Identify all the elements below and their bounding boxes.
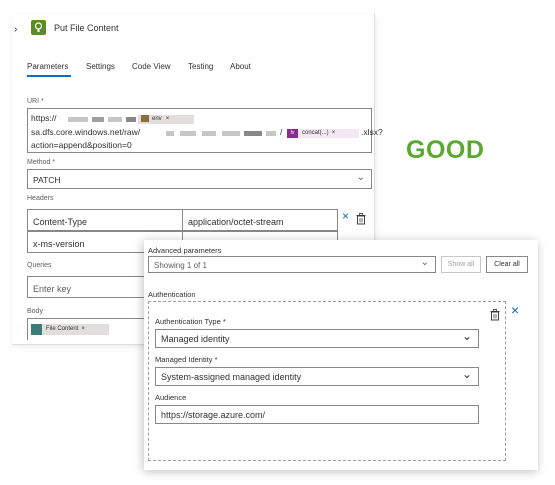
- variable-icon: [141, 115, 149, 122]
- advanced-parameters-select[interactable]: Showing 1 of 1 ⌄: [148, 256, 436, 273]
- redacted-text: [266, 131, 276, 136]
- good-annotation: GOOD: [406, 136, 485, 164]
- redacted-text: [244, 131, 262, 136]
- delete-icon[interactable]: [356, 212, 366, 225]
- file-content-token[interactable]: File Content ×: [31, 324, 109, 335]
- authentication-label: Authentication: [148, 290, 196, 299]
- authentication-type-select[interactable]: Managed identity ⌄: [155, 329, 479, 348]
- file-content-icon: [31, 324, 42, 335]
- close-icon[interactable]: ×: [511, 302, 519, 318]
- env-token-label: env: [152, 116, 162, 123]
- redacted-text: [180, 131, 196, 136]
- uri-text-suffix: .xlsx?: [361, 127, 383, 137]
- uri-field[interactable]: https:// env × sa.dfs.core.windows.net/ra…: [27, 108, 383, 153]
- advanced-parameters-panel: Advanced parameters Showing 1 of 1 ⌄ Sho…: [144, 240, 538, 470]
- remove-token-icon[interactable]: ×: [166, 116, 170, 122]
- authentication-type-label: Authentication Type *: [155, 317, 226, 326]
- concat-token-label: concat(...): [302, 130, 329, 136]
- action-icon: [31, 20, 46, 35]
- advanced-parameters-value: Showing 1 of 1: [154, 261, 207, 270]
- chevron-down-icon: ⌄: [461, 329, 472, 343]
- audience-value: https://storage.azure.com/: [161, 410, 266, 420]
- redacted-text: [68, 117, 88, 122]
- uri-text-line3: action=append&position=0: [31, 140, 132, 150]
- concat-token[interactable]: fx concat(...) ×: [287, 129, 359, 138]
- clear-all-button[interactable]: Clear all: [486, 256, 528, 273]
- function-icon: fx: [287, 129, 298, 138]
- audience-input[interactable]: https://storage.azure.com/: [155, 405, 479, 424]
- chevron-down-icon: ⌄: [461, 367, 472, 381]
- redacted-text: [202, 131, 216, 136]
- uri-text-line1: https://: [31, 113, 57, 123]
- queries-label: Queries: [27, 262, 52, 269]
- tab-settings[interactable]: Settings: [86, 62, 115, 71]
- clear-all-label: Clear all: [494, 261, 520, 268]
- redacted-text: [126, 117, 136, 122]
- query-key-placeholder: Enter key: [33, 284, 72, 294]
- remove-token-icon[interactable]: ×: [332, 130, 336, 136]
- tab-active-indicator: [27, 75, 71, 77]
- show-all-label: Show all: [447, 261, 475, 268]
- show-all-button[interactable]: Show all: [441, 256, 481, 273]
- uri-label: URI *: [27, 98, 44, 105]
- close-icon[interactable]: ×: [342, 209, 349, 223]
- chevron-down-icon: ⌄: [420, 257, 429, 268]
- body-label: Body: [27, 308, 43, 315]
- redacted-text: [108, 117, 122, 122]
- header-value-cell[interactable]: application/octet-stream: [182, 209, 338, 231]
- authentication-type-value: Managed identity: [161, 334, 230, 344]
- tab-testing[interactable]: Testing: [188, 62, 213, 71]
- remove-token-icon[interactable]: ×: [81, 326, 85, 332]
- delete-icon[interactable]: [490, 308, 500, 321]
- managed-identity-label: Managed Identity *: [155, 355, 218, 364]
- method-value: PATCH: [33, 175, 61, 185]
- method-select[interactable]: PATCH ⌄: [27, 169, 372, 189]
- uri-slash: /: [280, 127, 283, 137]
- advanced-parameters-label: Advanced parameters: [148, 246, 222, 255]
- env-token[interactable]: env ×: [138, 115, 194, 124]
- file-content-token-label: File Content: [46, 326, 79, 332]
- tab-about[interactable]: About: [230, 62, 251, 71]
- action-title: Put File Content: [54, 23, 119, 33]
- uri-text-line2: sa.dfs.core.windows.net/raw/: [31, 127, 141, 137]
- redacted-text: [222, 131, 240, 136]
- managed-identity-select[interactable]: System-assigned managed identity ⌄: [155, 367, 479, 386]
- chevron-down-icon: ⌄: [356, 172, 365, 183]
- tab-code-view[interactable]: Code View: [132, 62, 171, 71]
- header-key-cell[interactable]: Content-Type: [27, 209, 183, 231]
- audience-label: Audience: [155, 393, 187, 402]
- authentication-group: Authentication Type * Managed identity ⌄…: [148, 301, 506, 461]
- chevron-right-icon[interactable]: ›: [14, 24, 17, 35]
- redacted-text: [92, 117, 104, 122]
- redacted-text: [166, 131, 174, 136]
- managed-identity-value: System-assigned managed identity: [161, 372, 302, 382]
- headers-label: Headers: [27, 195, 54, 202]
- method-label: Method *: [27, 159, 56, 166]
- tab-parameters[interactable]: Parameters: [27, 62, 68, 71]
